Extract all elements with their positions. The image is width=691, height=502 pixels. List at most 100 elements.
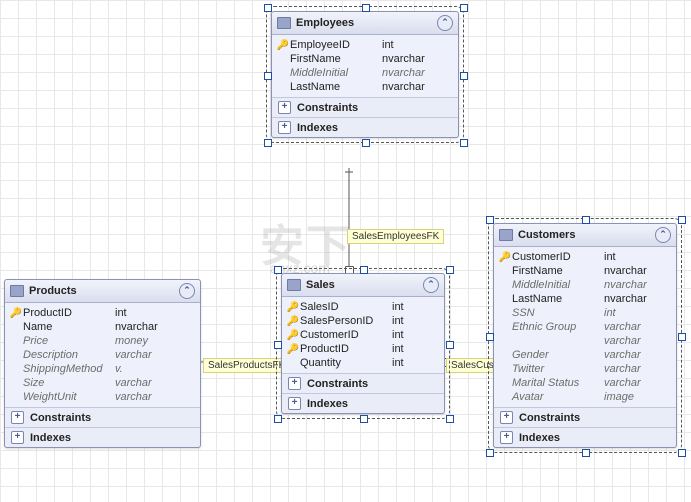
column-row[interactable]: Descriptionvarchar: [5, 348, 200, 362]
resize-handle[interactable]: [446, 341, 454, 349]
column-row[interactable]: FirstNamenvarchar: [494, 264, 676, 278]
resize-handle[interactable]: [486, 333, 494, 341]
column-type: int: [392, 343, 438, 355]
resize-handle[interactable]: [264, 72, 272, 80]
column-row[interactable]: LastNamenvarchar: [272, 80, 458, 94]
resize-handle[interactable]: [264, 4, 272, 12]
column-row[interactable]: 🔑ProductIDint: [5, 306, 200, 320]
fk-label-sales-employees[interactable]: SalesEmployeesFK: [347, 229, 444, 244]
expand-icon: +: [500, 431, 513, 444]
column-row[interactable]: Sizevarchar: [5, 376, 200, 390]
column-type: int: [392, 315, 438, 327]
section-header-constraints[interactable]: +Constraints: [282, 374, 444, 393]
resize-handle[interactable]: [678, 333, 686, 341]
column-type: int: [604, 307, 670, 319]
resize-handle[interactable]: [460, 139, 468, 147]
column-name: Name: [23, 321, 115, 333]
column-name: SSN: [512, 307, 604, 319]
column-type: int: [604, 251, 670, 263]
section-label: Constraints: [297, 102, 358, 114]
resize-handle[interactable]: [360, 415, 368, 423]
column-row[interactable]: varchar: [494, 334, 676, 348]
resize-handle[interactable]: [446, 415, 454, 423]
column-row[interactable]: 🔑SalesIDint: [282, 300, 444, 314]
column-row[interactable]: 🔑CustomerIDint: [282, 328, 444, 342]
key-icon: 🔑: [276, 40, 290, 51]
resize-handle[interactable]: [678, 216, 686, 224]
entity-title: Products: [29, 285, 77, 297]
resize-handle[interactable]: [362, 4, 370, 12]
column-row[interactable]: Pricemoney: [5, 334, 200, 348]
entity-employees[interactable]: Employees⌃🔑EmployeeIDintFirstNamenvarcha…: [271, 11, 459, 138]
section-header-constraints[interactable]: +Constraints: [494, 408, 676, 427]
collapse-icon[interactable]: ⌃: [655, 227, 671, 243]
section-header-indexes[interactable]: +Indexes: [494, 428, 676, 447]
column-row[interactable]: ShippingMethodv.: [5, 362, 200, 376]
column-row[interactable]: SSNint: [494, 306, 676, 320]
resize-handle[interactable]: [264, 139, 272, 147]
fk-label-sales-products[interactable]: SalesProductsFK: [203, 358, 290, 373]
column-row[interactable]: Gendervarchar: [494, 348, 676, 362]
column-row[interactable]: WeightUnitvarchar: [5, 390, 200, 404]
resize-handle[interactable]: [360, 266, 368, 274]
column-row[interactable]: Twittervarchar: [494, 362, 676, 376]
entity-sales[interactable]: Sales ⌃ 🔑SalesIDint🔑SalesPersonIDint🔑Custo…: [281, 273, 445, 414]
column-name: Price: [23, 335, 115, 347]
section-label: Constraints: [519, 412, 580, 424]
key-icon: 🔑: [9, 308, 23, 319]
expand-icon: +: [278, 121, 291, 134]
resize-handle[interactable]: [446, 266, 454, 274]
column-row[interactable]: MiddleInitialnvarchar: [272, 66, 458, 80]
collapse-icon[interactable]: ⌃: [423, 277, 439, 293]
column-type: nvarchar: [382, 67, 452, 79]
column-row[interactable]: Ethnic Groupvarchar: [494, 320, 676, 334]
expand-icon: +: [11, 411, 24, 424]
section-header-indexes[interactable]: +Indexes: [272, 118, 458, 137]
column-type: nvarchar: [115, 321, 194, 333]
column-row[interactable]: 🔑SalesPersonIDint: [282, 314, 444, 328]
column-row[interactable]: MiddleInitialnvarchar: [494, 278, 676, 292]
collapse-icon[interactable]: ⌃: [437, 15, 453, 31]
column-name: LastName: [290, 81, 382, 93]
resize-handle[interactable]: [274, 415, 282, 423]
column-name: Marital Status: [512, 377, 604, 389]
table-icon: [499, 229, 513, 241]
column-name: Twitter: [512, 363, 604, 375]
column-row[interactable]: Avatarimage: [494, 390, 676, 404]
key-icon: 🔑: [286, 330, 300, 341]
column-type: int: [382, 39, 452, 51]
resize-handle[interactable]: [362, 139, 370, 147]
column-type: nvarchar: [604, 265, 670, 277]
section-header-constraints[interactable]: + Constraints: [5, 408, 200, 427]
section-header-indexes[interactable]: +Indexes: [5, 428, 200, 447]
expand-icon: +: [288, 377, 301, 390]
column-row[interactable]: FirstNamenvarchar: [272, 52, 458, 66]
resize-handle[interactable]: [582, 449, 590, 457]
column-row[interactable]: Quantityint: [282, 356, 444, 370]
column-row[interactable]: 🔑ProductIDint: [282, 342, 444, 356]
column-name: ProductID: [300, 343, 392, 355]
resize-handle[interactable]: [460, 4, 468, 12]
key-icon: 🔑: [286, 302, 300, 313]
column-row[interactable]: Marital Statusvarchar: [494, 376, 676, 390]
section-header-constraints[interactable]: +Constraints: [272, 98, 458, 117]
entity-title: Sales: [306, 279, 335, 291]
resize-handle[interactable]: [678, 449, 686, 457]
collapse-icon[interactable]: ⌃: [179, 283, 195, 299]
column-row[interactable]: LastNamenvarchar: [494, 292, 676, 306]
column-type: image: [604, 391, 670, 403]
resize-handle[interactable]: [274, 341, 282, 349]
entity-products[interactable]: Products ⌃ 🔑ProductIDintNamenvarcharPricem…: [4, 279, 201, 448]
resize-handle[interactable]: [460, 72, 468, 80]
resize-handle[interactable]: [486, 449, 494, 457]
section-label: Constraints: [30, 412, 91, 424]
resize-handle[interactable]: [274, 266, 282, 274]
resize-handle[interactable]: [486, 216, 494, 224]
column-row[interactable]: Namenvarchar: [5, 320, 200, 334]
column-row[interactable]: 🔑CustomerIDint: [494, 250, 676, 264]
resize-handle[interactable]: [582, 216, 590, 224]
section-header-indexes[interactable]: +Indexes: [282, 394, 444, 413]
column-row[interactable]: 🔑EmployeeIDint: [272, 38, 458, 52]
column-type: varchar: [604, 363, 670, 375]
entity-customers[interactable]: Customers⌃🔑CustomerIDintFirstNamenvarcha…: [493, 223, 677, 448]
